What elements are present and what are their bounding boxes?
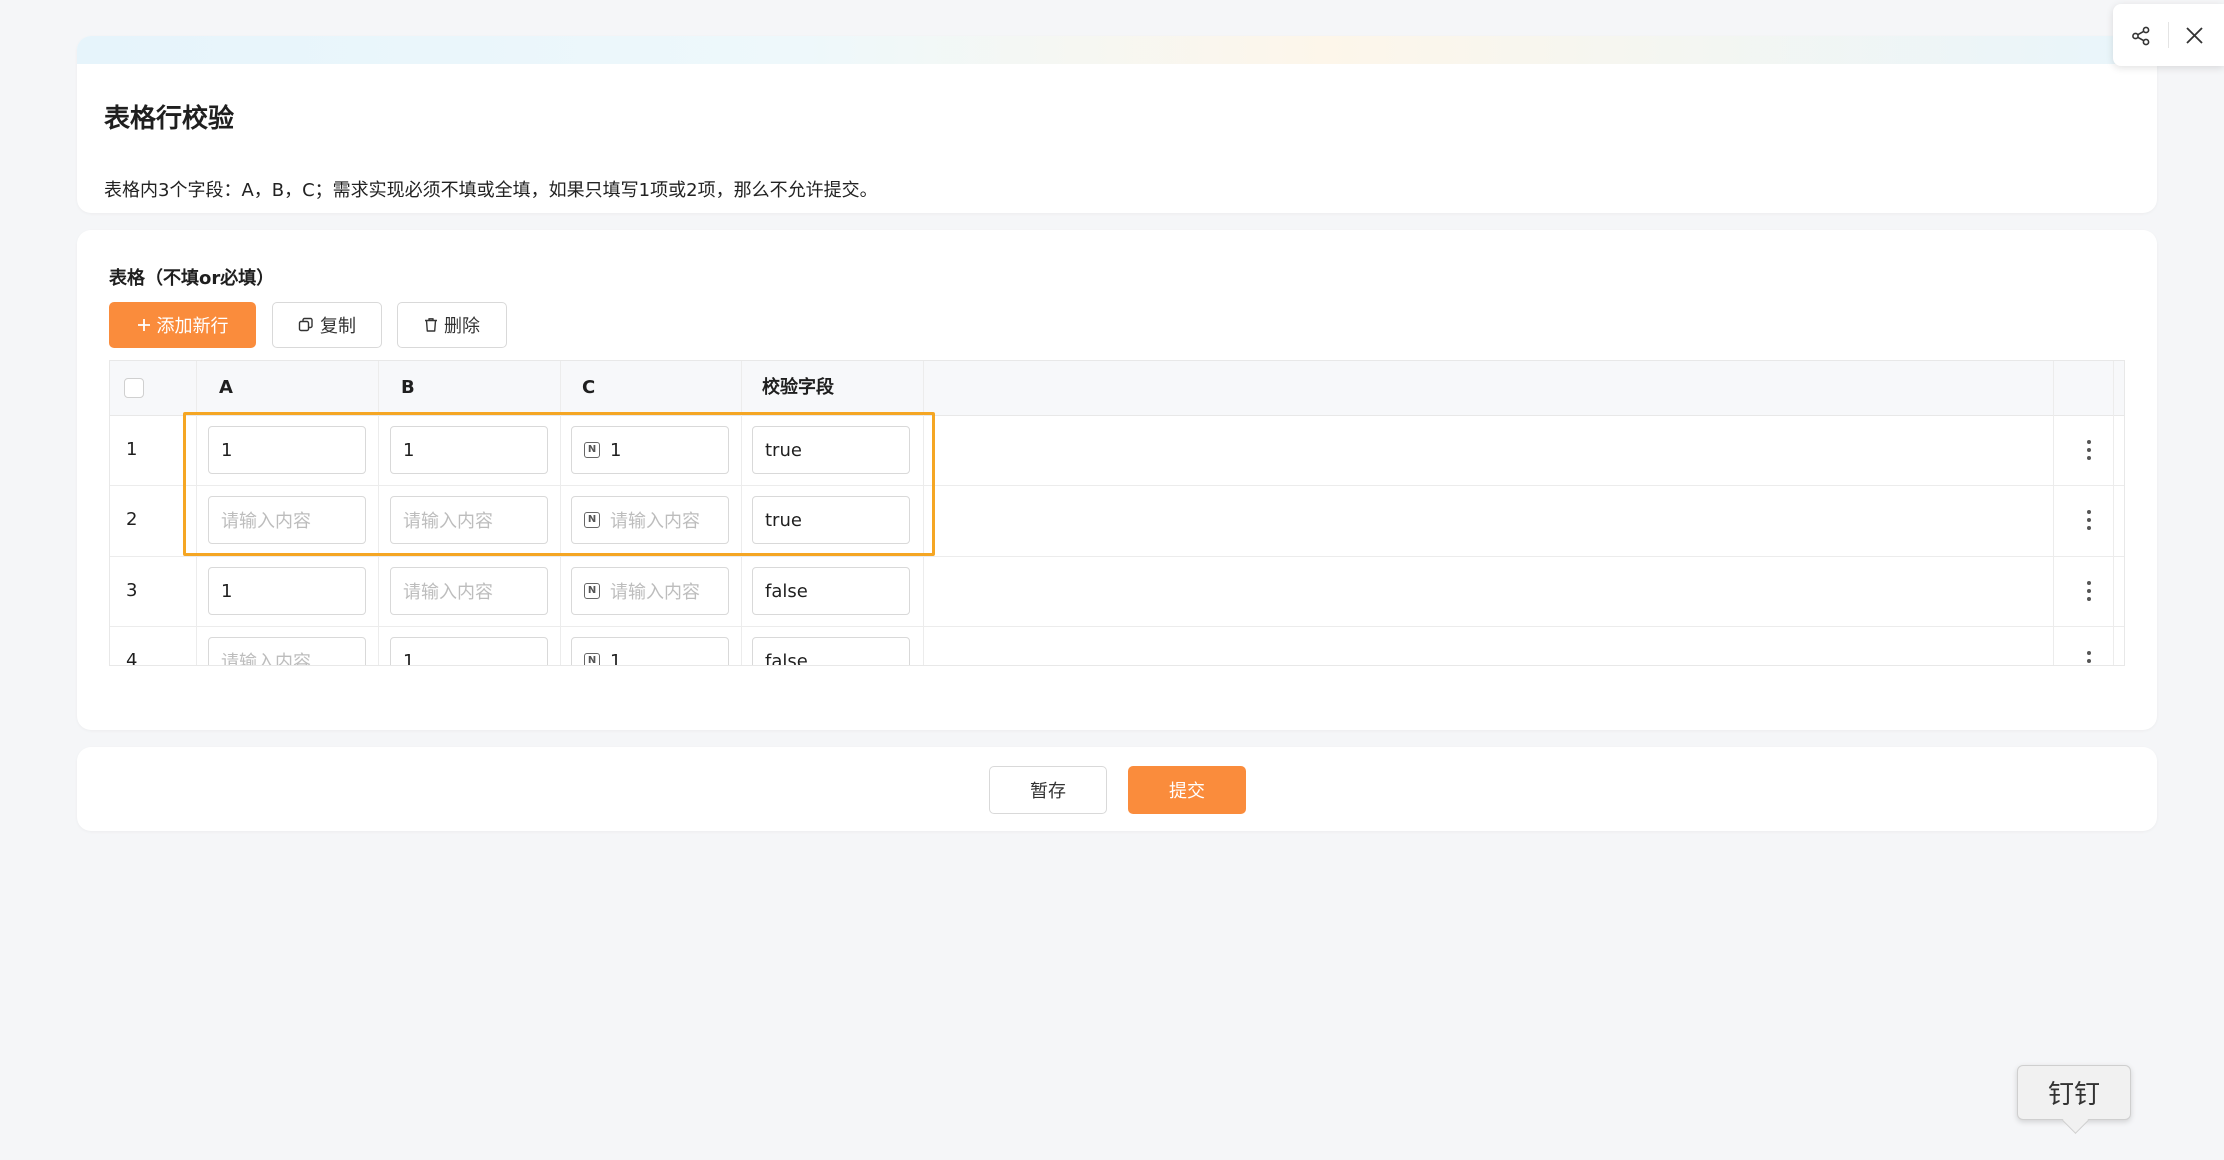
floating-toolbar bbox=[2113, 4, 2224, 66]
input-value: false bbox=[765, 580, 808, 602]
input-value: 1 bbox=[221, 439, 233, 461]
number-icon: N bbox=[584, 442, 600, 458]
select-all-checkbox[interactable] bbox=[124, 378, 144, 398]
input-value: 1 bbox=[403, 650, 415, 666]
share-icon[interactable] bbox=[2131, 26, 2151, 46]
field-a-input[interactable]: 1 bbox=[208, 567, 366, 615]
number-icon: N bbox=[584, 583, 600, 599]
input-placeholder: 请输入内容 bbox=[610, 582, 700, 603]
row-index: 4 bbox=[126, 650, 138, 666]
number-icon: N bbox=[584, 512, 600, 528]
delete-label: 删除 bbox=[444, 316, 480, 337]
input-value: true bbox=[765, 439, 802, 461]
field-b-input[interactable]: 请输入内容 bbox=[390, 496, 548, 544]
field-a-input[interactable]: 1 bbox=[208, 426, 366, 474]
add-row-button[interactable]: 添加新行 bbox=[109, 302, 256, 348]
page-title: 表格行校验 bbox=[104, 104, 235, 134]
data-table: A B C 校验字段 1 1 1 N 1 true 2 请输入内容 请输入内容 N 请输入内容 tru… bbox=[109, 360, 2125, 666]
field-b-input[interactable]: 1 bbox=[390, 637, 548, 666]
more-icon[interactable] bbox=[2086, 510, 2092, 530]
field-c-input[interactable]: N 请输入内容 bbox=[571, 567, 729, 615]
section-title: 表格（不填or必填） bbox=[109, 268, 275, 289]
column-header-c: C bbox=[582, 377, 596, 398]
copy-label: 复制 bbox=[320, 316, 356, 337]
input-value: 1 bbox=[610, 439, 622, 461]
field-c-input[interactable]: N1 bbox=[571, 637, 729, 666]
save-draft-button[interactable]: 暂存 bbox=[989, 766, 1107, 814]
delete-button[interactable]: 删除 bbox=[397, 302, 507, 348]
trash-icon bbox=[425, 318, 437, 332]
more-icon[interactable] bbox=[2086, 581, 2092, 601]
header-card: 表格行校验 表格内3个字段：A，B，C；需求实现必须不填或全填，如果只填写1项或… bbox=[77, 36, 2157, 213]
submit-button[interactable]: 提交 bbox=[1128, 766, 1246, 814]
column-header-check: 校验字段 bbox=[762, 377, 834, 398]
field-b-input[interactable]: 1 bbox=[390, 426, 548, 474]
tooltip-text: 钉钉 bbox=[2047, 1080, 2100, 1110]
footer-card: 暂存 提交 bbox=[77, 747, 2157, 831]
check-field-input[interactable]: false bbox=[752, 567, 910, 615]
field-c-input[interactable]: N 请输入内容 bbox=[571, 496, 729, 544]
row-index: 3 bbox=[126, 580, 138, 601]
more-icon[interactable] bbox=[2086, 440, 2092, 460]
column-header-a: A bbox=[219, 377, 233, 398]
header-gradient bbox=[77, 36, 2157, 64]
input-value: false bbox=[765, 650, 808, 666]
dingtalk-tooltip: 钉钉 bbox=[2017, 1065, 2131, 1134]
more-icon[interactable] bbox=[2086, 651, 2092, 665]
row-index: 2 bbox=[126, 509, 138, 530]
table-header: A B C 校验字段 bbox=[110, 361, 2124, 416]
page-description: 表格内3个字段：A，B，C；需求实现必须不填或全填，如果只填写1项或2项，那么不… bbox=[104, 180, 878, 201]
close-icon[interactable] bbox=[2185, 26, 2204, 45]
input-value: 1 bbox=[221, 580, 233, 602]
table-card: 表格（不填or必填） 添加新行 复制 删除 A B C 校验字段 1 1 1 N 1 tr… bbox=[77, 230, 2157, 730]
number-icon: N bbox=[584, 653, 600, 665]
row-index: 1 bbox=[126, 439, 138, 460]
copy-icon bbox=[298, 317, 313, 332]
check-field-input[interactable]: true bbox=[752, 426, 910, 474]
field-b-input[interactable]: 请输入内容 bbox=[390, 567, 548, 615]
field-c-input[interactable]: N1 bbox=[571, 426, 729, 474]
input-placeholder: 请输入内容 bbox=[403, 511, 493, 532]
input-placeholder: 请输入内容 bbox=[221, 511, 311, 532]
column-header-b: B bbox=[401, 377, 415, 398]
field-a-input[interactable]: 请输入内容 bbox=[208, 637, 366, 666]
check-field-input[interactable]: true bbox=[752, 496, 910, 544]
add-row-label: 添加新行 bbox=[156, 316, 229, 337]
input-value: true bbox=[765, 509, 802, 531]
copy-button[interactable]: 复制 bbox=[272, 302, 382, 348]
input-placeholder: 请输入内容 bbox=[610, 511, 700, 532]
plus-icon bbox=[137, 319, 150, 331]
field-a-input[interactable]: 请输入内容 bbox=[208, 496, 366, 544]
check-field-input[interactable]: false bbox=[752, 637, 910, 666]
input-value: 1 bbox=[610, 650, 622, 666]
input-value: 1 bbox=[403, 439, 415, 461]
input-placeholder: 请输入内容 bbox=[403, 582, 493, 603]
input-placeholder: 请输入内容 bbox=[221, 652, 311, 666]
